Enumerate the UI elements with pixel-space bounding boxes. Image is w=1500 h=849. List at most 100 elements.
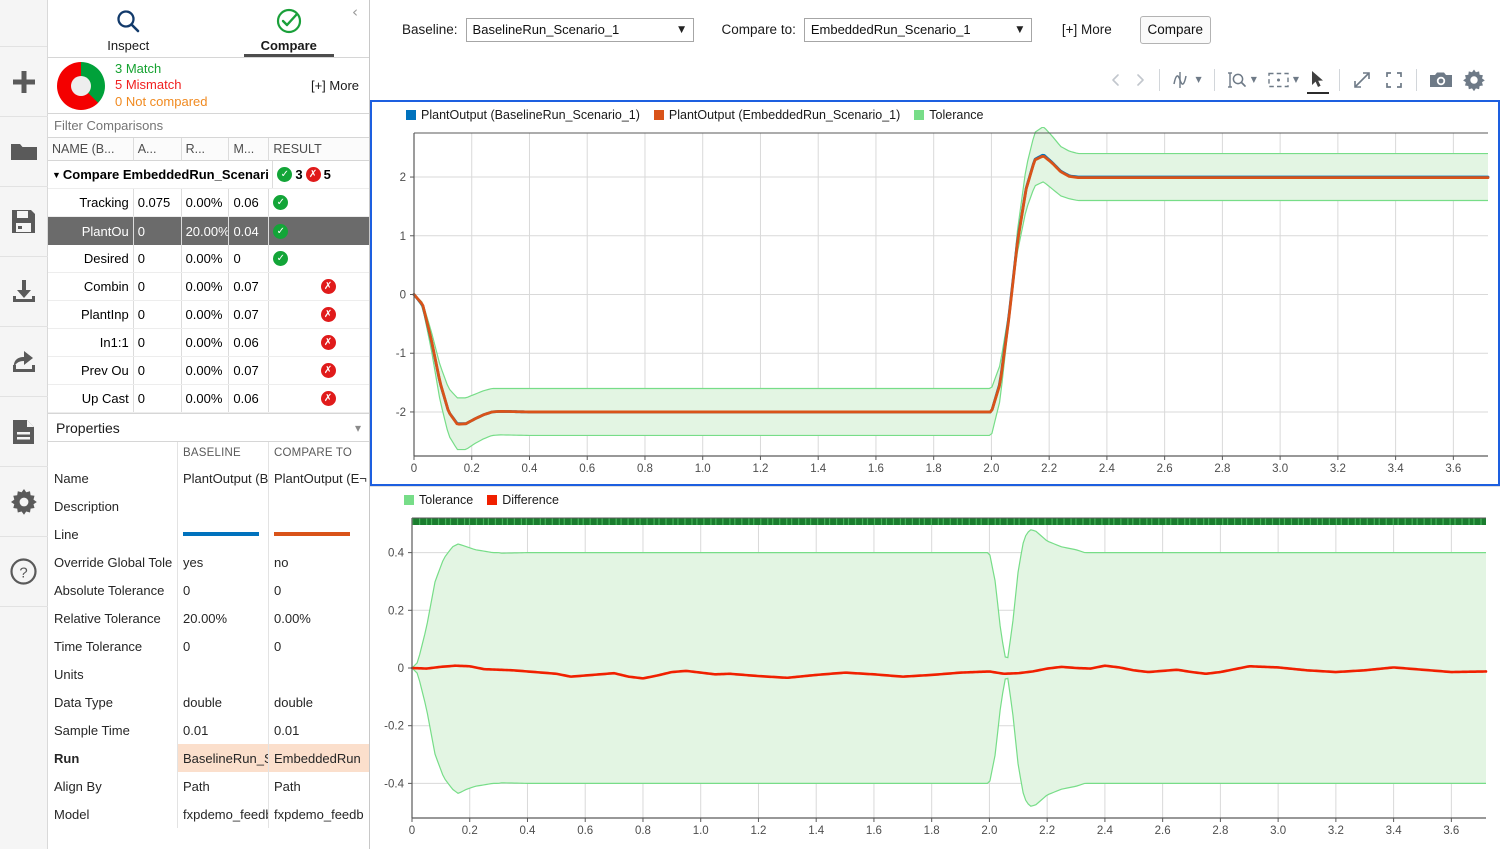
maximize-icon[interactable] [1379, 65, 1409, 95]
compareto-select[interactable]: EmbeddedRun_Scenario_1 ▼ [804, 18, 1032, 42]
zoom-in-icon[interactable]: ▼ [1222, 65, 1262, 95]
signal-cursor-icon[interactable]: ▼ [1167, 65, 1207, 95]
row-max: 0.07 [229, 301, 269, 328]
match-badge-count: 3 [295, 167, 302, 182]
legend-item-tolerance[interactable]: Tolerance [914, 108, 983, 122]
gear-icon[interactable] [1458, 65, 1490, 95]
row-abs: 0 [134, 217, 182, 245]
svg-text:3.6: 3.6 [1443, 825, 1459, 837]
row-name: PlantOu [48, 217, 134, 245]
row-rel: 20.00% [182, 217, 230, 245]
svg-text:-0.4: -0.4 [384, 778, 404, 790]
table-row[interactable]: In1:1 0 0.00% 0.06 ✗ [48, 329, 369, 357]
next-icon[interactable] [1128, 65, 1152, 95]
baseline-line-color-swatch [183, 532, 259, 536]
svg-text:1: 1 [400, 231, 406, 243]
legend-item-baseline[interactable]: PlantOutput (BaselineRun_Scenario_1) [406, 108, 640, 122]
prop-baseline-value: 20.00% [178, 604, 269, 632]
check-circle-icon [275, 5, 303, 37]
table-row[interactable]: ▼ Compare EmbeddedRun_Scenari ✓ 3 ✗ 5 [48, 161, 369, 189]
filter-comparisons-input[interactable] [54, 118, 369, 133]
col-result: RESULT [269, 138, 369, 161]
folder-icon[interactable] [0, 117, 48, 187]
row-name: ▼ Compare EmbeddedRun_Scenari [48, 161, 273, 188]
row-max: 0.06 [229, 189, 269, 216]
import-icon[interactable] [0, 257, 48, 327]
comparison-summary: 3 Match 5 Mismatch 0 Not compared [+] Mo… [48, 58, 369, 114]
mismatch-badge-icon: ✗ [321, 363, 336, 378]
table-row[interactable]: Tracking 0.075 0.00% 0.06 ✓ [48, 189, 369, 217]
properties-header[interactable]: Properties ▾ [48, 414, 369, 442]
comparisons-table-header: NAME (B... A... R... M... RESULT [48, 138, 369, 161]
row-max: 0.06 [229, 385, 269, 412]
legend-label-tolerance: Tolerance [929, 108, 983, 122]
table-row[interactable]: Prev Ou 0 0.00% 0.07 ✗ [48, 357, 369, 385]
prop-label: Data Type [48, 688, 178, 716]
chart-stack: PlantOutput (BaselineRun_Scenario_1) Pla… [370, 100, 1500, 849]
prop-compareto-value: 0.01 [269, 716, 369, 744]
legend-item-compareto[interactable]: PlantOutput (EmbeddedRun_Scenario_1) [654, 108, 900, 122]
property-row: Relative Tolerance 20.00% 0.00% [48, 604, 369, 632]
svg-text:2.0: 2.0 [983, 463, 999, 475]
signal-plot-pane[interactable]: PlantOutput (BaselineRun_Scenario_1) Pla… [370, 100, 1500, 486]
prop-compareto-value: EmbeddedRun [269, 744, 369, 772]
mismatch-badge-icon: ✗ [321, 279, 336, 294]
triangle-down-icon[interactable]: ▼ [52, 170, 61, 180]
compare-button[interactable]: Compare [1140, 16, 1211, 44]
row-abs: 0.075 [134, 189, 182, 216]
chevron-down-icon[interactable]: ▾ [355, 421, 361, 435]
row-rel: 0.00% [182, 329, 230, 356]
svg-text:2.4: 2.4 [1097, 825, 1114, 837]
table-row[interactable]: PlantInp 0 0.00% 0.07 ✗ [48, 301, 369, 329]
row-abs: 0 [134, 245, 182, 272]
snapshot-icon[interactable] [1424, 65, 1458, 95]
table-row[interactable]: PlantOu 0 20.00% 0.04 ✓ [48, 217, 369, 245]
zoom-region-icon[interactable]: ▼ [1262, 65, 1304, 95]
prop-compareto-value: Path [269, 772, 369, 800]
row-result: ✓ 3 ✗ 5 [273, 161, 369, 188]
help-icon[interactable]: ? [0, 537, 48, 607]
legend-item-difference[interactable]: Difference [487, 493, 559, 507]
pointer-icon[interactable] [1304, 65, 1332, 95]
property-row: Absolute Tolerance 0 0 [48, 576, 369, 604]
row-result: ✗ [269, 385, 369, 412]
svg-text:3.0: 3.0 [1272, 463, 1288, 475]
rail-spacer [0, 0, 47, 47]
prop-baseline-value: 0.01 [178, 716, 269, 744]
add-icon[interactable] [0, 47, 48, 117]
legend-item-tolerance[interactable]: Tolerance [404, 493, 473, 507]
row-rel: 0.00% [182, 301, 230, 328]
mismatch-badge-count: 5 [324, 167, 331, 182]
table-row[interactable]: Desired 0 0.00% 0 ✓ [48, 245, 369, 273]
more-options-button[interactable]: [+] More [1062, 22, 1112, 37]
row-abs: 0 [134, 357, 182, 384]
property-row: Run BaselineRun_S EmbeddedRun [48, 744, 369, 772]
property-row: Time Tolerance 0 0 [48, 632, 369, 660]
compareto-label: Compare to: [722, 22, 796, 37]
signal-plot-canvas[interactable]: 00.20.40.60.81.01.21.41.61.82.02.22.42.6… [372, 127, 1498, 480]
prop-compareto-value: PlantOutput (E¬ [269, 464, 369, 492]
search-icon [115, 5, 141, 37]
fit-to-view-icon[interactable] [1347, 65, 1379, 95]
properties-title: Properties [56, 420, 120, 436]
prop-compareto-value: 0 [269, 576, 369, 604]
prev-icon[interactable] [1104, 65, 1128, 95]
table-row[interactable]: Up Cast 0 0.00% 0.06 ✗ [48, 385, 369, 413]
table-row[interactable]: Combin 0 0.00% 0.07 ✗ [48, 273, 369, 301]
signal-plot-legend: PlantOutput (BaselineRun_Scenario_1) Pla… [372, 102, 1498, 127]
gear-icon[interactable] [0, 467, 48, 537]
difference-plot-canvas[interactable]: 00.20.40.60.81.01.21.41.61.82.02.22.42.6… [370, 512, 1500, 842]
save-icon[interactable] [0, 187, 48, 257]
chevron-left-icon[interactable]: ‹ [345, 2, 365, 22]
property-row: Name PlantOutput (Bà PlantOutput (E¬ [48, 464, 369, 492]
prop-label: Time Tolerance [48, 632, 178, 660]
report-icon[interactable] [0, 397, 48, 467]
export-icon[interactable] [0, 327, 48, 397]
difference-plot-pane[interactable]: Tolerance Difference 00.20.40.60.81.01.2… [370, 486, 1500, 849]
tab-inspect[interactable]: Inspect [48, 0, 209, 57]
prop-baseline-value [178, 660, 269, 688]
summary-more-button[interactable]: [+] More [311, 78, 361, 93]
baseline-select[interactable]: BaselineRun_Scenario_1 ▼ [466, 18, 694, 42]
svg-text:1.8: 1.8 [924, 825, 940, 837]
svg-text:1.6: 1.6 [866, 825, 882, 837]
